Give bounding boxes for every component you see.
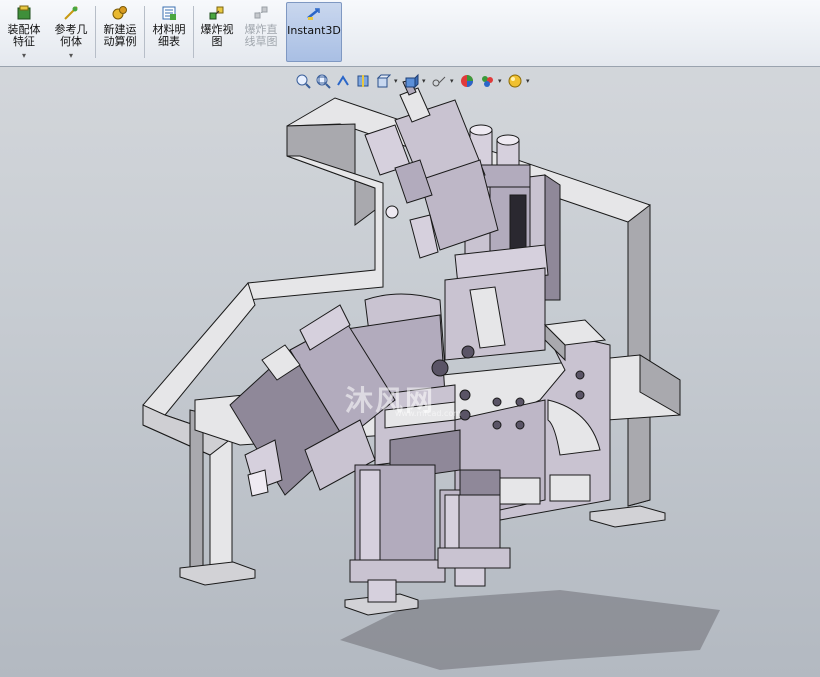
lift-cylinders [349, 464, 511, 603]
edit-appearance-icon [461, 75, 473, 87]
watermark-url: www.mfcad.com [395, 409, 462, 418]
view-orientation-button[interactable] [374, 72, 392, 90]
ribbon-separator [95, 6, 96, 58]
new-motion-study-button[interactable]: 新建运 动算例 [98, 2, 142, 62]
assembly-model [142, 79, 720, 670]
assembly-features-label-2: 特征 [13, 35, 35, 48]
apply-scene-button[interactable] [478, 72, 496, 90]
ribbon-separator [193, 6, 194, 58]
reference-geometry-button[interactable]: 参考几 何体 ▾ [49, 2, 93, 62]
command-manager-ribbon: 装配体 特征 ▾ 参考几 何体 ▾ 新建运 动算例 材料明 细表 爆炸视 图 爆… [0, 0, 820, 67]
hide-show-items-icon [432, 76, 446, 87]
angled-spindle-upper [364, 79, 499, 259]
section-view-button[interactable] [354, 72, 372, 90]
explode-line-sketch-icon [254, 6, 268, 19]
view-orientation-icon [376, 74, 391, 88]
heads-up-view-toolbar: ▾ ▾ ▾ ▾ ▾ [294, 70, 532, 92]
exploded-view-button[interactable]: 爆炸视 图 [196, 2, 238, 62]
display-style-button[interactable] [402, 72, 420, 90]
instant3d-icon [307, 8, 320, 20]
exploded-view-label-2: 图 [211, 35, 223, 48]
ribbon-separator [144, 6, 145, 58]
graphics-viewport[interactable]: 沐风网 www.mfcad.com [0, 66, 820, 677]
reference-geometry-icon [64, 6, 78, 20]
zoom-to-fit-icon [296, 74, 311, 89]
instant3d-label: Instant3D [287, 24, 341, 37]
explode-line-sketch-button: 爆炸直 线草图 [240, 2, 282, 62]
view-settings-button[interactable] [506, 72, 524, 90]
motion-study-icon [112, 6, 127, 20]
reference-geometry-dropdown-icon[interactable]: ▾ [49, 50, 93, 62]
assembly-feature-icon [17, 5, 31, 20]
hide-show-items-button[interactable] [430, 72, 448, 90]
apply-scene-dropdown-icon[interactable]: ▾ [498, 77, 504, 85]
new-motion-study-label-2: 动算例 [103, 35, 137, 48]
view-orientation-dropdown-icon[interactable]: ▾ [394, 77, 400, 85]
explode-line-sketch-label-2: 线草图 [244, 35, 278, 48]
section-view-icon [357, 75, 369, 87]
previous-view-icon [337, 75, 349, 86]
bill-of-materials-label-2: 细表 [158, 35, 180, 48]
assembly-features-dropdown-icon[interactable]: ▾ [2, 50, 46, 62]
exploded-view-icon [209, 6, 224, 20]
apply-scene-icon [482, 76, 493, 87]
view-settings-icon [508, 74, 522, 88]
zoom-to-fit-button[interactable] [294, 72, 312, 90]
bill-of-materials-icon [162, 6, 176, 20]
reference-geometry-label-2: 何体 [60, 35, 82, 48]
bill-of-materials-button[interactable]: 材料明 细表 [147, 2, 191, 62]
instant3d-toggle[interactable]: Instant3D [286, 2, 342, 62]
view-settings-dropdown-icon[interactable]: ▾ [526, 77, 532, 85]
zoom-to-area-button[interactable] [314, 72, 332, 90]
previous-view-button[interactable] [334, 72, 352, 90]
hide-show-dropdown-icon[interactable]: ▾ [450, 77, 456, 85]
edit-appearance-button[interactable] [458, 72, 476, 90]
zoom-to-area-icon [316, 74, 331, 89]
assembly-features-button[interactable]: 装配体 特征 ▾ [2, 2, 46, 62]
display-style-icon [405, 73, 419, 89]
display-style-dropdown-icon[interactable]: ▾ [422, 77, 428, 85]
